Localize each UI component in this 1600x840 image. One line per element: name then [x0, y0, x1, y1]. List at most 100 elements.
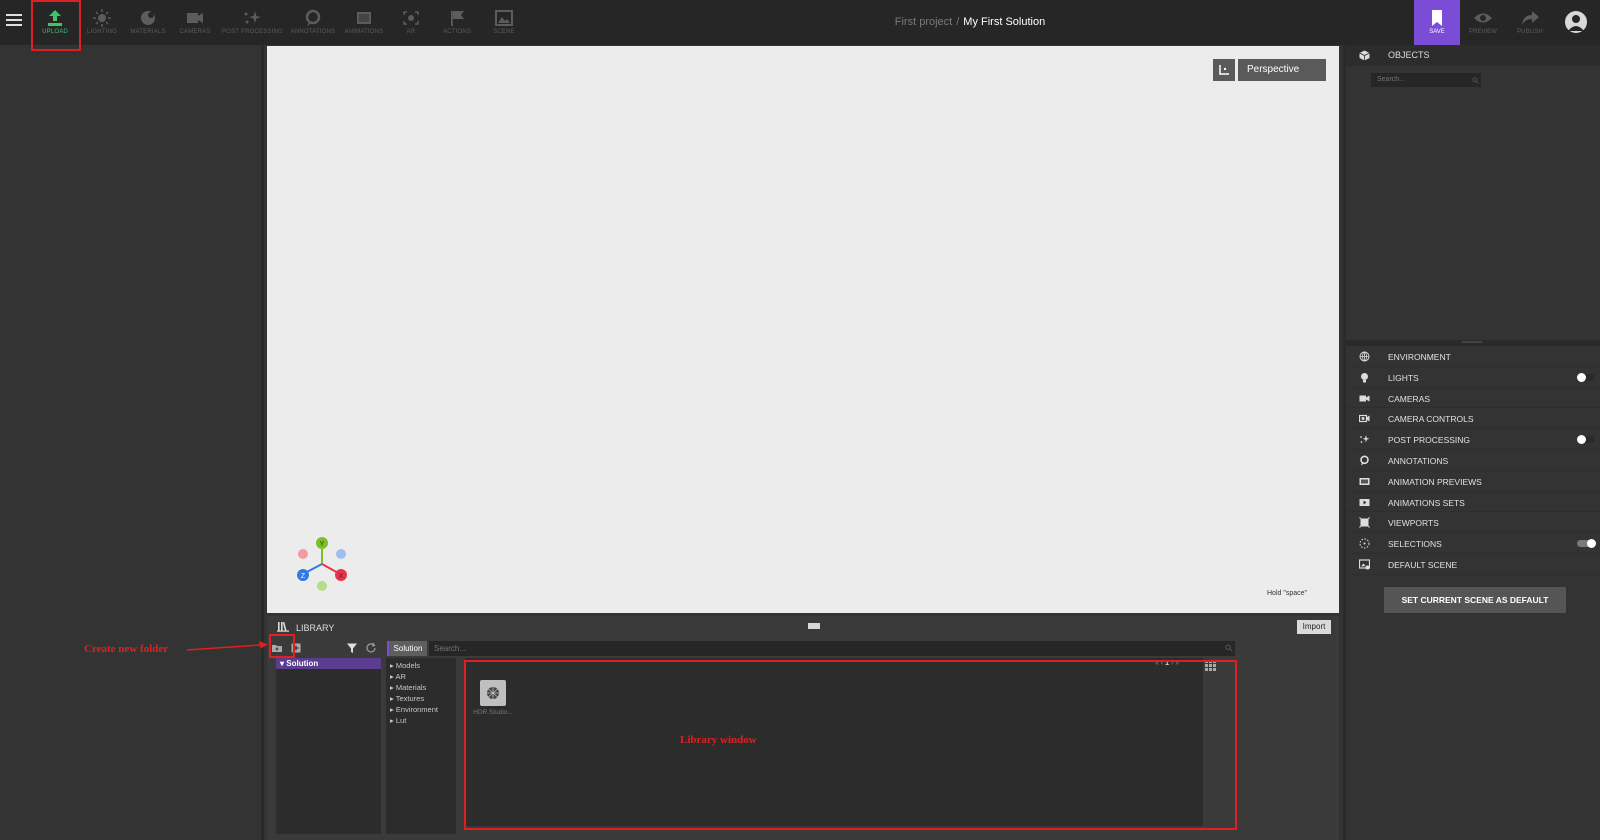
refresh-icon[interactable]: [365, 642, 377, 654]
upload-icon: [48, 10, 62, 26]
annotation-icon: [305, 9, 321, 26]
viewport-hint: Hold "space": [1267, 590, 1307, 597]
gizmo-z-label: Z: [301, 573, 306, 580]
pagination[interactable]: « ‹ 1 › »: [1155, 660, 1179, 667]
category-lut[interactable]: ▸ Lut: [386, 715, 456, 726]
tool-materials[interactable]: MATERIALS: [124, 0, 172, 45]
settings-item-cameras[interactable]: CAMERAS: [1346, 388, 1600, 409]
add-icon[interactable]: [290, 642, 302, 654]
viewport-icon: [1359, 517, 1370, 529]
library-panel: LIBRARY Import Solution ▾ Solution ▸ Mod…: [267, 616, 1339, 840]
annotation-library-window-label: Library window: [680, 734, 757, 746]
tree-item-solution[interactable]: ▾ Solution: [276, 658, 381, 669]
library-search-input[interactable]: [429, 641, 1235, 656]
breadcrumb-project[interactable]: First project: [895, 16, 952, 28]
settings-item-animations-sets[interactable]: ANIMATIONS SETS: [1346, 492, 1600, 513]
save-button[interactable]: SAVE: [1414, 0, 1460, 45]
sun-icon: [93, 9, 111, 27]
camera-icon: [1359, 395, 1370, 402]
filter-icon[interactable]: [346, 642, 358, 654]
library-toolbar: [267, 640, 383, 656]
gizmo-x-label: X: [339, 573, 344, 580]
bookmark-icon: [1432, 10, 1442, 26]
tool-ar[interactable]: AR: [387, 0, 435, 45]
library-header: LIBRARY Import: [267, 616, 1339, 638]
publish-button[interactable]: PUBLISH: [1508, 0, 1552, 45]
lights-toggle[interactable]: [1577, 372, 1595, 382]
tool-scene[interactable]: SCENE: [480, 0, 528, 45]
settings-item-post-processing[interactable]: POST PROCESSING: [1346, 429, 1600, 450]
tool-upload[interactable]: UPLOAD: [31, 0, 79, 45]
user-avatar-icon[interactable]: [1565, 11, 1587, 33]
category-models[interactable]: ▸ Models: [386, 660, 456, 671]
ar-icon: [403, 11, 419, 25]
set-default-scene-button[interactable]: SET CURRENT SCENE AS DEFAULT: [1384, 587, 1566, 613]
orientation-gizmo[interactable]: Y X Z: [287, 530, 357, 600]
image-icon: [495, 10, 513, 26]
preview-button[interactable]: PREVIEW: [1461, 0, 1505, 45]
film-icon: [357, 12, 371, 24]
library-resize-handle[interactable]: [808, 623, 820, 629]
cube-icon: [1359, 50, 1370, 61]
settings-item-lights[interactable]: LIGHTS: [1346, 367, 1600, 388]
settings-item-selections[interactable]: SELECTIONS: [1346, 533, 1600, 554]
animation-set-icon: [1359, 498, 1370, 506]
sparkle-icon: [1360, 435, 1370, 444]
right-panel: OBJECTS ENVIRONMENT LIGHTS CAMERAS CAMER…: [1343, 45, 1600, 840]
3d-viewport[interactable]: Perspective Y X Z Hold "space": [267, 46, 1339, 613]
menu-icon[interactable]: [6, 14, 22, 30]
gizmo-y-label: Y: [320, 541, 325, 548]
asset-tile[interactable]: HDR Studio...: [470, 680, 516, 716]
category-ar[interactable]: ▸ AR: [386, 671, 456, 682]
library-window: « ‹ 1 › » HDR Studio...: [465, 658, 1216, 826]
objects-title: OBJECTS: [1388, 50, 1430, 60]
default-scene-icon: [1359, 559, 1370, 570]
objects-header[interactable]: OBJECTS: [1346, 45, 1600, 66]
objects-search-input[interactable]: [1371, 73, 1481, 87]
import-button[interactable]: Import: [1297, 620, 1331, 634]
tool-annotations[interactable]: ANNOTATIONS: [289, 0, 337, 45]
category-materials[interactable]: ▸ Materials: [386, 682, 456, 693]
selections-toggle[interactable]: [1577, 539, 1596, 549]
page-number: 1: [1165, 660, 1170, 667]
tab-solution[interactable]: Solution: [387, 641, 427, 656]
top-toolbar: UPLOAD LIGHTING MATERIALS CAMERAS POST P…: [0, 0, 1600, 45]
tool-actions[interactable]: ACTIONS: [433, 0, 481, 45]
tool-lighting[interactable]: LIGHTING: [78, 0, 126, 45]
eye-icon: [1474, 13, 1492, 23]
library-title: LIBRARY: [296, 623, 335, 633]
axis-icon: [1219, 65, 1229, 75]
grid-view-icon[interactable]: [1205, 660, 1216, 671]
camera-mode-button[interactable]: Perspective: [1238, 59, 1326, 81]
annotation-icon: [1360, 455, 1369, 466]
annotation-arrow: [186, 641, 268, 651]
camera-control-icon: [1359, 415, 1370, 423]
settings-item-environment[interactable]: ENVIRONMENT: [1346, 346, 1600, 367]
search-icon: [1225, 644, 1233, 652]
sparkle-icon: [244, 11, 261, 24]
flag-icon: [451, 11, 464, 26]
settings-item-annotations[interactable]: ANNOTATIONS: [1346, 450, 1600, 471]
tool-animations[interactable]: ANIMATIONS: [340, 0, 388, 45]
breadcrumb-solution: My First Solution: [963, 16, 1046, 28]
folder-tree: ▾ Solution: [276, 658, 381, 834]
annotation-create-folder-label: Create new folder: [84, 643, 169, 655]
post-processing-toggle[interactable]: [1577, 435, 1595, 445]
axis-toggle-button[interactable]: [1213, 59, 1235, 81]
bulb-icon: [1361, 372, 1368, 383]
tool-post-processing[interactable]: POST PROCESSING: [222, 0, 283, 45]
settings-item-camera-controls[interactable]: CAMERA CONTROLS: [1346, 408, 1600, 430]
scene-settings-list: ENVIRONMENT LIGHTS CAMERAS CAMERA CONTRO…: [1346, 346, 1600, 575]
settings-item-viewports[interactable]: VIEWPORTS: [1346, 512, 1600, 534]
left-panel: [0, 45, 264, 840]
environment-icon: [1359, 351, 1370, 362]
settings-item-default-scene[interactable]: DEFAULT SCENE: [1346, 554, 1600, 575]
category-textures[interactable]: ▸ Textures: [386, 693, 456, 704]
new-folder-icon[interactable]: [271, 642, 283, 654]
camera-icon: [187, 13, 203, 23]
category-environment[interactable]: ▸ Environment: [386, 704, 456, 715]
settings-item-animation-previews[interactable]: ANIMATION PREVIEWS: [1346, 471, 1600, 492]
hdr-sphere-icon: [487, 687, 499, 699]
selection-icon: [1359, 538, 1370, 549]
tool-cameras[interactable]: CAMERAS: [171, 0, 219, 45]
